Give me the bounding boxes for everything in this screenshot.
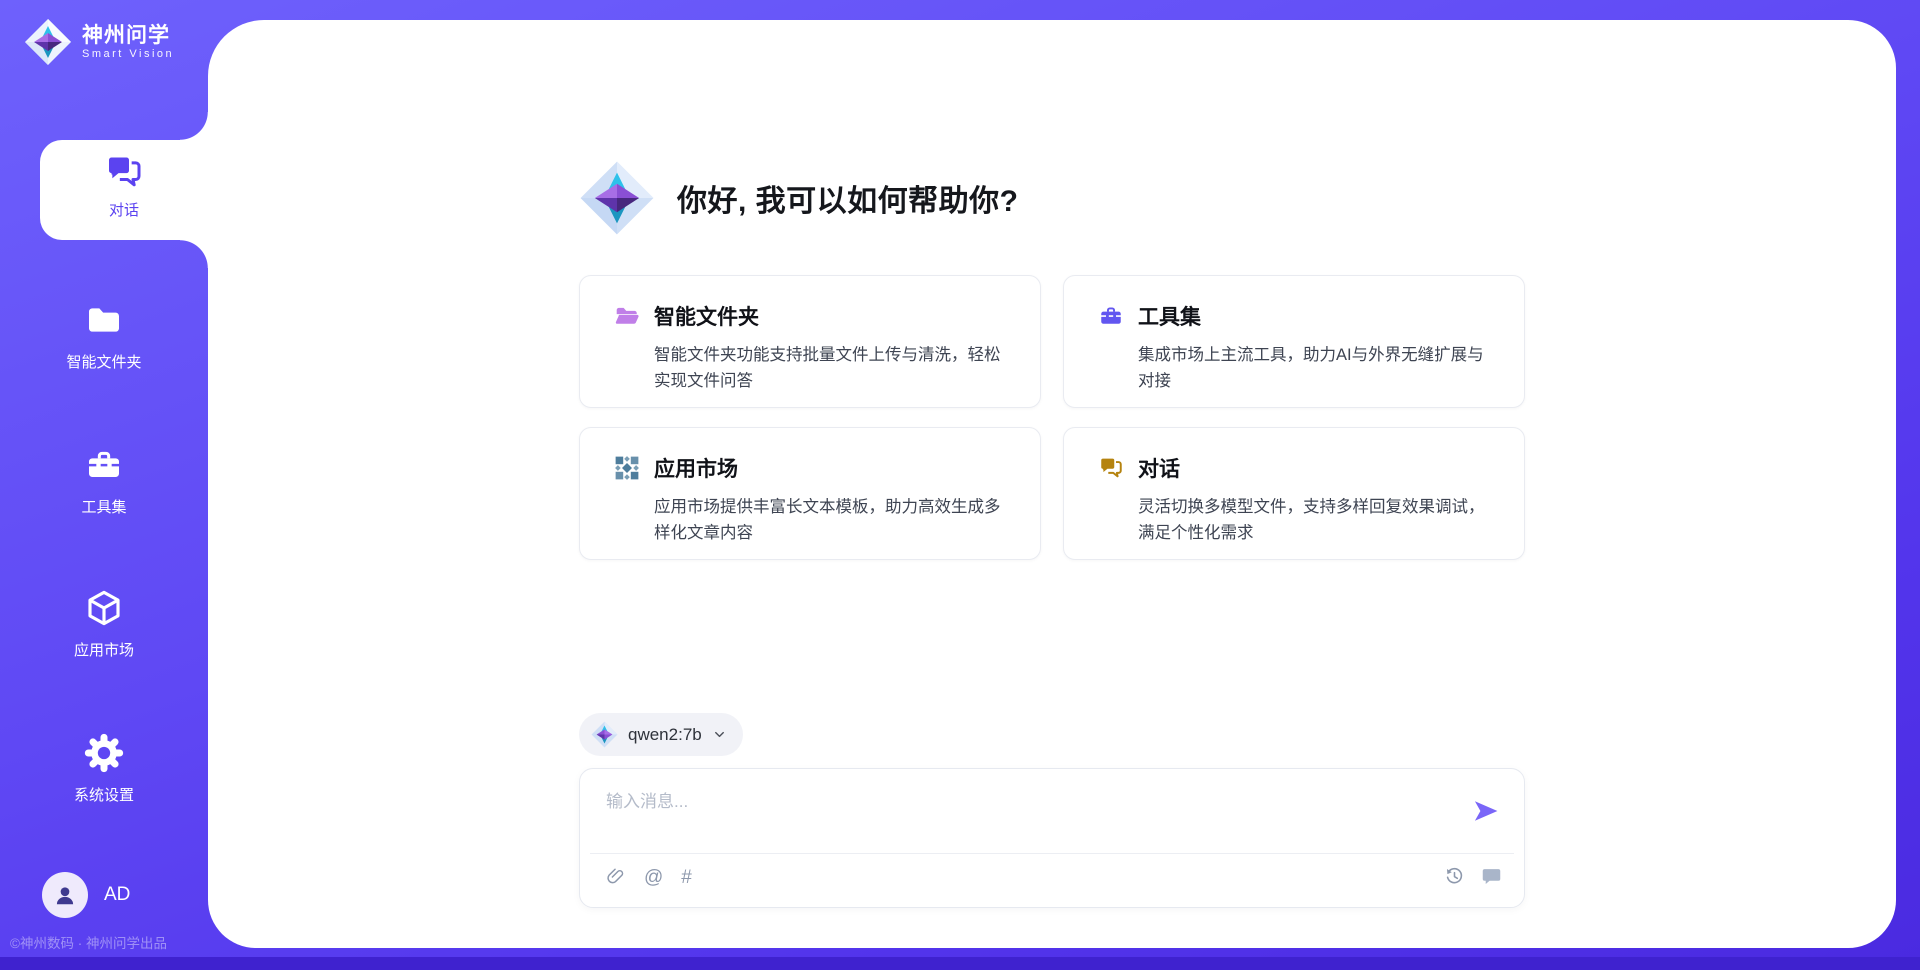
sidebar-item-toolset[interactable]: 工具集 bbox=[0, 445, 208, 517]
chat-bubble-icon bbox=[1481, 866, 1502, 887]
sidebar-item-label: 智能文件夹 bbox=[0, 351, 208, 372]
folder-icon bbox=[84, 300, 124, 340]
message-composer: @ # bbox=[579, 768, 1525, 908]
greeting: 你好, 我可以如何帮助你? bbox=[579, 160, 1525, 236]
card-description: 应用市场提供丰富长文本模板，助力高效生成多样化文章内容 bbox=[654, 494, 1010, 547]
person-icon bbox=[52, 882, 78, 908]
tab-curve-top bbox=[180, 112, 208, 140]
avatar bbox=[42, 872, 88, 918]
cube-icon bbox=[84, 588, 124, 628]
sidebar-item-label: 系统设置 bbox=[0, 784, 208, 805]
card-description: 灵活切换多模型文件，支持多样回复效果调试，满足个性化需求 bbox=[1138, 494, 1494, 547]
composer-divider bbox=[590, 853, 1514, 854]
send-button[interactable] bbox=[1472, 797, 1500, 825]
sidebar-item-settings[interactable]: 系统设置 bbox=[0, 733, 208, 805]
history-icon bbox=[1444, 866, 1465, 887]
grid-icon bbox=[614, 455, 640, 481]
sidebar-item-label: 工具集 bbox=[0, 496, 208, 517]
model-name: qwen2:7b bbox=[628, 725, 702, 745]
sidebar-item-chat[interactable]: 对话 bbox=[40, 140, 208, 240]
folder-open-icon bbox=[614, 303, 640, 329]
model-logo-icon bbox=[591, 721, 618, 748]
brand-subtitle: Smart Vision bbox=[82, 48, 174, 60]
card-title: 工具集 bbox=[1138, 301, 1201, 331]
card-title: 应用市场 bbox=[654, 453, 738, 483]
message-input[interactable] bbox=[606, 787, 1426, 845]
chat-icon bbox=[104, 152, 144, 192]
composer-area: qwen2:7b @ # bbox=[579, 713, 1525, 908]
model-selector[interactable]: qwen2:7b bbox=[579, 713, 743, 756]
shortcut-cards: 智能文件夹 智能文件夹功能支持批量文件上传与清洗，轻松实现文件问答 工具集 集成… bbox=[579, 275, 1525, 560]
card-title: 智能文件夹 bbox=[654, 301, 759, 331]
attach-file-button[interactable] bbox=[604, 866, 626, 888]
toolbox-icon bbox=[1098, 303, 1124, 329]
sidebar-item-smart-folder[interactable]: 智能文件夹 bbox=[0, 300, 208, 372]
sidebar-item-app-market[interactable]: 应用市场 bbox=[0, 588, 208, 660]
brand-logo-icon bbox=[24, 18, 72, 66]
sidebar-item-label: 对话 bbox=[40, 199, 208, 220]
card-toolset[interactable]: 工具集 集成市场上主流工具，助力AI与外界无缝扩展与对接 bbox=[1063, 275, 1525, 408]
user-profile[interactable]: AD bbox=[42, 872, 130, 918]
card-description: 智能文件夹功能支持批量文件上传与清洗，轻松实现文件问答 bbox=[654, 342, 1010, 395]
card-title: 对话 bbox=[1138, 453, 1180, 483]
chat-icon bbox=[1098, 455, 1124, 481]
user-initials: AD bbox=[104, 884, 130, 906]
tab-curve-bottom bbox=[180, 240, 208, 268]
card-description: 集成市场上主流工具，助力AI与外界无缝扩展与对接 bbox=[1138, 342, 1494, 395]
sidebar-item-label: 应用市场 bbox=[0, 639, 208, 660]
brand-name: 神州问学 bbox=[82, 24, 174, 48]
topic-button[interactable]: # bbox=[681, 867, 692, 888]
card-smart-folder[interactable]: 智能文件夹 智能文件夹功能支持批量文件上传与清洗，轻松实现文件问答 bbox=[579, 275, 1041, 408]
chevron-down-icon bbox=[712, 727, 727, 742]
paperclip-icon bbox=[605, 866, 626, 887]
brand: 神州问学 Smart Vision bbox=[24, 18, 174, 66]
mention-button[interactable]: @ bbox=[644, 867, 663, 888]
feedback-button[interactable] bbox=[1480, 866, 1502, 888]
main-panel: 你好, 我可以如何帮助你? 智能文件夹 智能文件夹功能支持批量文件上传与清洗，轻… bbox=[208, 20, 1896, 948]
card-chat[interactable]: 对话 灵活切换多模型文件，支持多样回复效果调试，满足个性化需求 bbox=[1063, 427, 1525, 560]
history-button[interactable] bbox=[1443, 866, 1465, 888]
assistant-logo-icon bbox=[579, 160, 655, 236]
copyright-text: ©神州数码 · 神州问学出品 bbox=[10, 932, 210, 952]
greeting-title: 你好, 我可以如何帮助你? bbox=[677, 176, 1019, 220]
send-icon bbox=[1472, 797, 1500, 825]
bottom-edge-bar bbox=[0, 957, 1920, 970]
card-app-market[interactable]: 应用市场 应用市场提供丰富长文本模板，助力高效生成多样化文章内容 bbox=[579, 427, 1041, 560]
gear-icon bbox=[84, 733, 124, 773]
toolbox-icon bbox=[84, 445, 124, 485]
